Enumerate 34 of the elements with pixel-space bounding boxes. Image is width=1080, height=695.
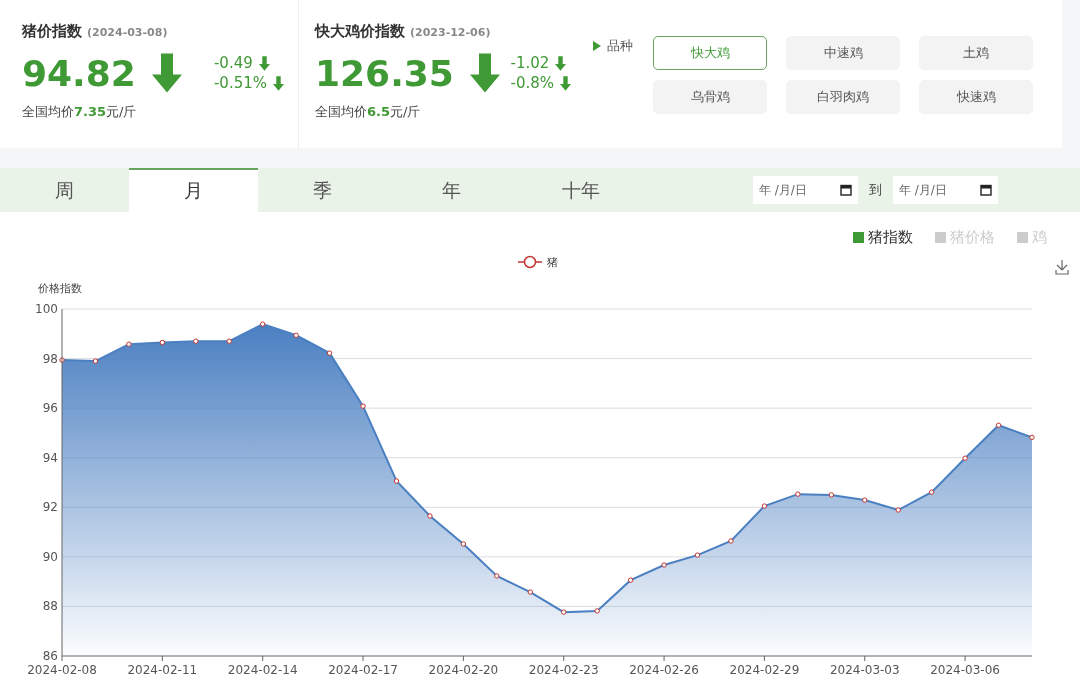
index-value: 126.35 [315, 52, 454, 94]
legend-label: 猪 [547, 256, 558, 269]
x-axis-label: 2024-03-06 [930, 663, 1000, 677]
x-axis-label: 2024-03-03 [829, 663, 900, 677]
x-axis-label: 2024-02-17 [328, 663, 398, 677]
index-value: 94.82 [22, 52, 136, 94]
y-axis-label: 92 [42, 500, 58, 515]
x-axis-label: 2024-02-08 [27, 663, 97, 677]
y-axis-label: 90 [42, 549, 58, 564]
change-value: -0.8% [510, 74, 554, 92]
index-title: 快大鸡价指数 [315, 22, 405, 41]
index-date: (2024-03-08) [87, 26, 168, 39]
index-title: 猪价指数 [22, 22, 82, 41]
change-value: -0.49 [213, 54, 253, 72]
change-value: -1.02 [510, 54, 550, 72]
range-separator: 到 [869, 181, 882, 199]
y-axis-label: 86 [42, 649, 58, 663]
x-axis-label: 2024-02-11 [127, 663, 198, 677]
change-value: -0.51% [213, 74, 267, 92]
variety-label: 品种 [607, 37, 633, 55]
y-axis-label: 88 [42, 599, 58, 614]
index-date: (2023-12-06) [410, 26, 491, 39]
y-axis-label: 96 [42, 401, 58, 416]
y-axis-label: 100 [35, 302, 58, 316]
y-axis-label: 98 [42, 351, 58, 366]
x-axis-label: 2024-02-26 [629, 663, 699, 677]
x-axis-label: 2024-02-23 [528, 663, 599, 677]
average-price: 全国均价6.5元/斤 [315, 103, 422, 121]
x-axis-label: 2024-02-20 [428, 663, 499, 677]
x-axis-label: 2024-02-14 [227, 663, 298, 677]
average-price: 全国均价7.35元/斤 [22, 103, 138, 121]
y-axis-title: 价格指数 [38, 282, 82, 295]
y-axis-label: 94 [42, 450, 58, 465]
x-axis-label: 2024-02-29 [729, 663, 800, 677]
